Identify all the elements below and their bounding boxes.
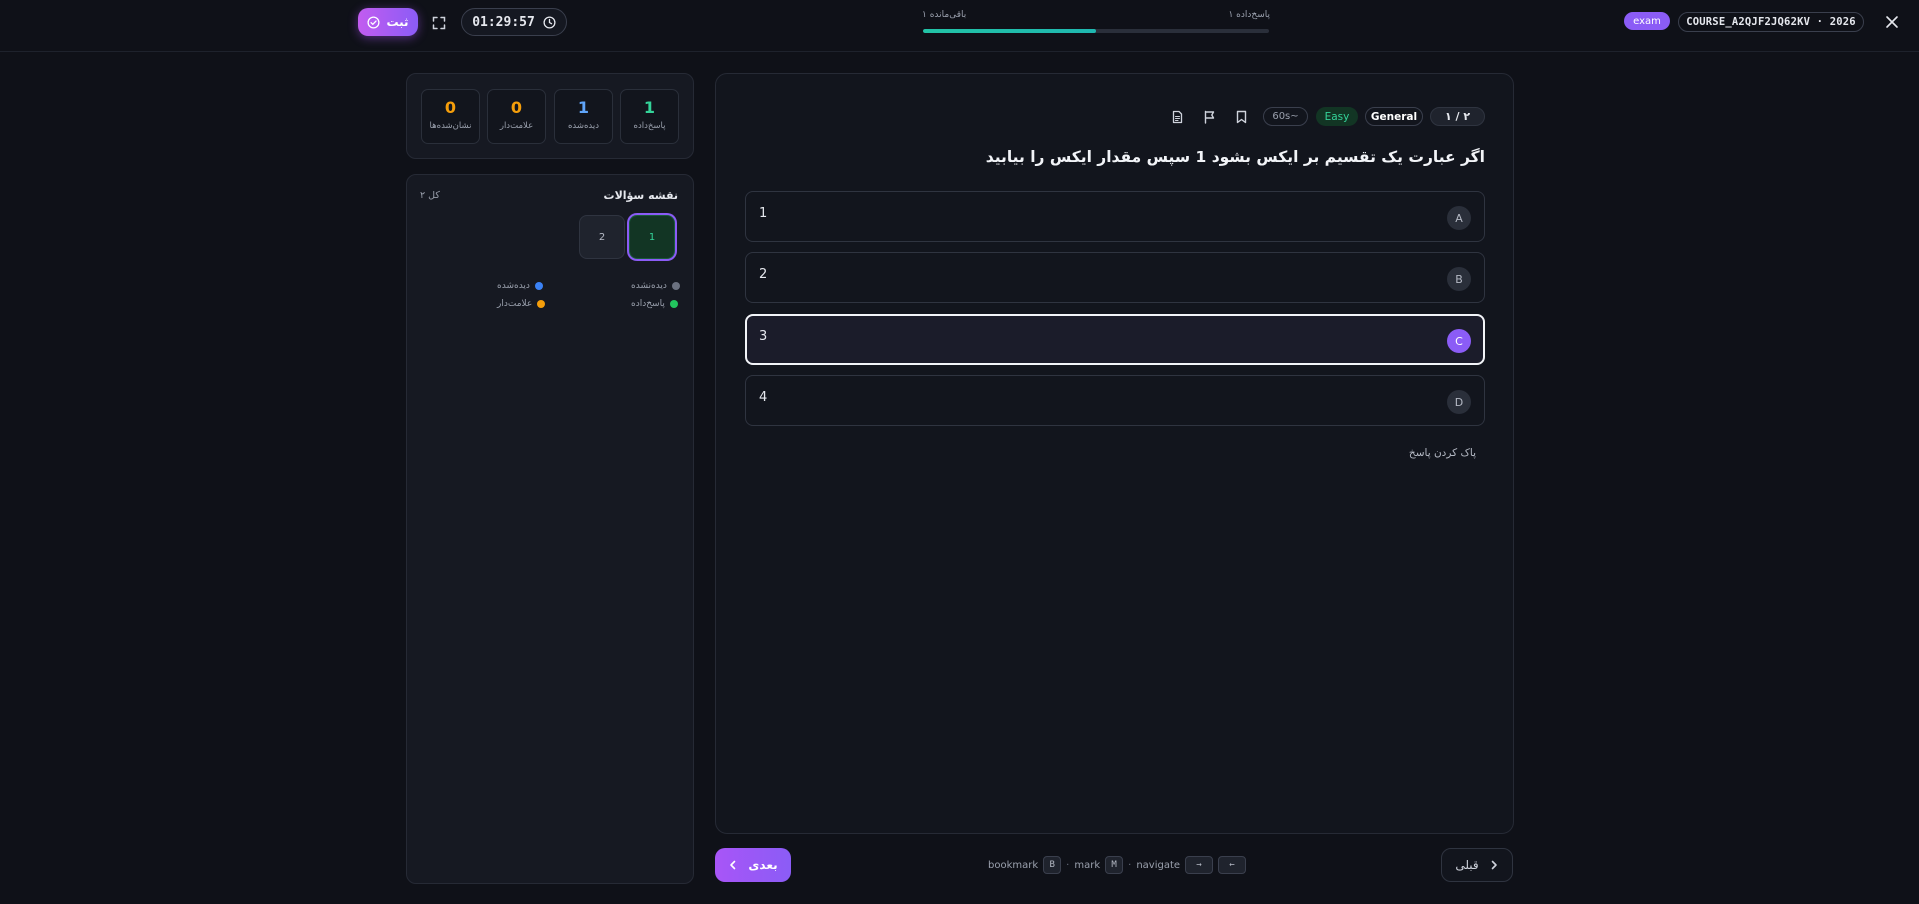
shortcut-separator: · [1128, 859, 1132, 871]
keyboard-shortcuts: bookmark B · mark M · navigate → ← [988, 855, 1247, 875]
answered-count: ۱ پاسخ‌داده [1228, 10, 1270, 20]
option-a-letter: A [1447, 206, 1471, 230]
stat-bookmarked: 0 نشان‌شده‌ها [421, 89, 480, 144]
flag-button[interactable] [1200, 108, 1218, 126]
legend-seen: دیده‌شده [497, 281, 543, 291]
bookmark-icon [1236, 110, 1246, 124]
document-icon [1172, 110, 1182, 124]
stat-answered-value: 1 [643, 98, 656, 117]
bookmark-button[interactable] [1232, 108, 1250, 126]
close-button[interactable] [1882, 12, 1902, 32]
clock-icon [543, 15, 556, 29]
option-c-letter: C [1447, 329, 1471, 353]
remaining-count: ۱ باقی‌مانده [922, 10, 967, 20]
question-map: نقشه سؤالات ۲ کل 1 2 دیده‌نشده دیده‌شده … [406, 174, 694, 884]
stat-seen: 1 دیده‌شده [554, 89, 613, 144]
option-d-letter: D [1447, 390, 1471, 414]
submit-label: ثبت [386, 15, 409, 29]
legend-answered-dot [669, 300, 678, 308]
question-map-total: ۲ کل [420, 190, 440, 201]
fullscreen-button[interactable] [430, 14, 448, 32]
question-counter: ۱ / ۲ [1430, 107, 1485, 126]
top-bar: COURSE_A2QJF2JQ62KV · 2026 exam ۱ پاسخ‌د… [0, 0, 1919, 52]
legend-unseen-dot [671, 282, 680, 290]
option-c-value: 3 [759, 329, 768, 344]
mode-badge: exam [1624, 12, 1670, 30]
shortcut-mark-label: mark [1074, 859, 1101, 871]
stat-flagged-label: علامت‌دار [499, 121, 534, 131]
check-circle-icon [367, 15, 380, 29]
shortcut-bookmark-key: B [1043, 856, 1062, 874]
option-b[interactable]: 2 B [745, 252, 1485, 303]
close-icon [1886, 16, 1898, 28]
legend-seen-label: دیده‌شده [497, 281, 530, 291]
stats-card: 1 پاسخ‌داده 1 دیده‌شده 0 علامت‌دار 0 نشا… [406, 73, 694, 159]
legend-flagged-dot [537, 300, 546, 308]
shortcut-bookmark-label: bookmark [988, 859, 1039, 871]
progress-bar-fill [923, 29, 1096, 33]
stat-answered-label: پاسخ‌داده [633, 121, 666, 131]
stat-bookmarked-value: 0 [444, 98, 457, 117]
option-a[interactable]: 1 A [745, 191, 1485, 242]
legend-answered: پاسخ‌داده [631, 299, 678, 309]
next-button[interactable]: بعدی [715, 848, 791, 882]
legend-unseen-label: دیده‌نشده [631, 281, 667, 291]
question-text: اگر عبارت یک تقسیم بر ایکس بشود 1 سپس مق… [985, 148, 1485, 166]
question-map-title: نقشه سؤالات [603, 189, 678, 202]
shortcut-navigate-label: navigate [1136, 859, 1181, 871]
category-tag: General [1365, 107, 1423, 126]
shortcut-separator: · [1066, 859, 1070, 871]
option-c[interactable]: 3 C [745, 314, 1485, 365]
submit-button[interactable]: ثبت [358, 8, 418, 36]
stat-bookmarked-label: نشان‌شده‌ها [429, 121, 472, 131]
stat-flagged: 0 علامت‌دار [487, 89, 546, 144]
stat-seen-value: 1 [577, 98, 590, 117]
legend-unseen: دیده‌نشده [631, 281, 680, 291]
stat-flagged-value: 0 [510, 98, 523, 117]
notes-button[interactable] [1168, 108, 1186, 126]
option-b-value: 2 [759, 267, 768, 282]
flag-icon [1204, 110, 1214, 124]
next-label: بعدی [748, 858, 778, 872]
difficulty-tag: Easy [1316, 107, 1358, 126]
progress-bar [923, 29, 1269, 33]
timer-value: 01:29:57 [472, 14, 535, 30]
timer: 01:29:57 [461, 8, 567, 36]
chevron-right-icon [1491, 860, 1497, 870]
time-estimate-tag: 60s~ [1263, 107, 1308, 126]
shortcut-mark-key: M [1105, 856, 1124, 874]
legend-flagged: علامت‌دار [497, 299, 546, 309]
chevron-left-icon [730, 860, 736, 870]
legend-answered-label: پاسخ‌داده [631, 299, 665, 309]
stat-seen-label: دیده‌شده [567, 121, 600, 131]
legend-flagged-label: علامت‌دار [497, 299, 533, 309]
shortcut-nav-right-key: → [1185, 856, 1214, 874]
option-b-letter: B [1447, 267, 1471, 291]
option-d-value: 4 [759, 390, 768, 405]
question-cell-2[interactable]: 2 [579, 215, 625, 259]
legend-seen-dot [534, 282, 543, 290]
fullscreen-icon [432, 16, 446, 30]
course-id-pill: COURSE_A2QJF2JQ62KV · 2026 [1678, 12, 1864, 32]
question-cell-1[interactable]: 1 [629, 215, 675, 259]
clear-answer-button[interactable]: پاک کردن پاسخ [1370, 447, 1476, 459]
previous-label: قبلی [1455, 858, 1479, 872]
option-a-value: 1 [759, 206, 768, 221]
shortcut-nav-left-key: ← [1218, 856, 1247, 874]
previous-button[interactable]: قبلی [1441, 848, 1513, 882]
option-d[interactable]: 4 D [745, 375, 1485, 426]
stat-answered: 1 پاسخ‌داده [620, 89, 679, 144]
